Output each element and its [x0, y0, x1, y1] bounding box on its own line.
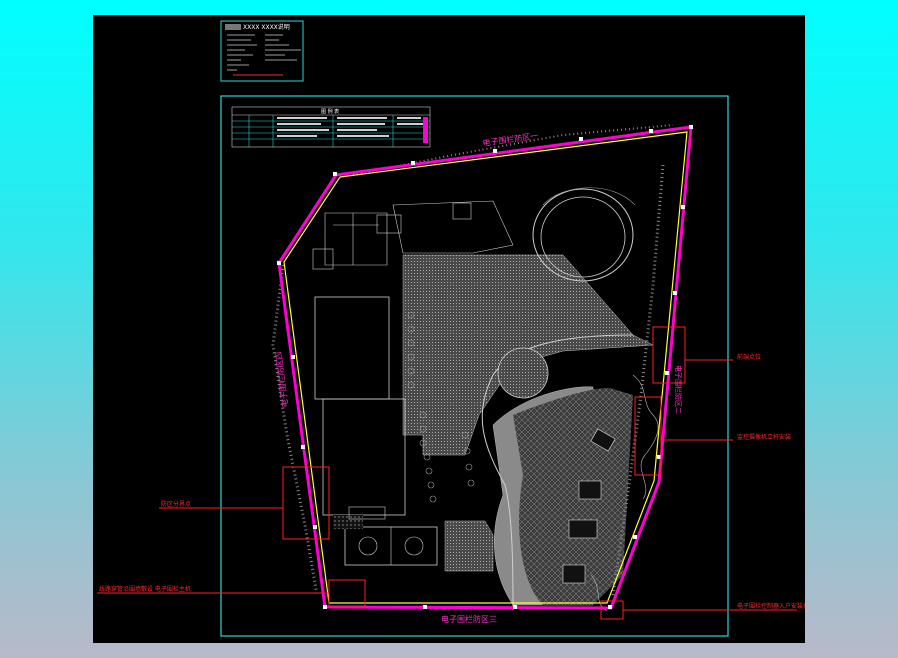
cad-drawing-canvas[interactable]: XXXX XXXX说明 图 例 表 电子围栏防区一 电子围栏防区四 电子围栏防区…	[93, 15, 805, 643]
callout-conduit-host: 线路穿管沿围墙敷设 电子围栏主机	[99, 585, 191, 593]
fence-zone-east-label: 电子围栏防区二	[674, 365, 683, 414]
site-plan-svg: XXXX XXXX说明 图 例 表 电子围栏防区一 电子围栏防区四 电子围栏防区…	[97, 20, 805, 637]
legend-table: 图 例 表	[231, 106, 431, 148]
site-interior	[271, 124, 674, 612]
callout-front-point: 前端点位	[737, 353, 761, 361]
callout-camera-pole: 监控摄像机立杆安装	[737, 433, 791, 441]
title-block: XXXX XXXX说明	[220, 20, 304, 82]
callout-zone-divider: 防区分界点	[161, 500, 191, 508]
fence-zone-south-label: 电子围栏防区三	[441, 614, 497, 624]
legend-title: 图 例 表	[321, 108, 339, 115]
fence-zone-west-label: 电子围栏防区四	[273, 351, 290, 408]
title-block-header: XXXX XXXX说明	[243, 23, 290, 31]
callout-controller-location: 电子围栏控制器入户安装位置	[737, 602, 805, 610]
